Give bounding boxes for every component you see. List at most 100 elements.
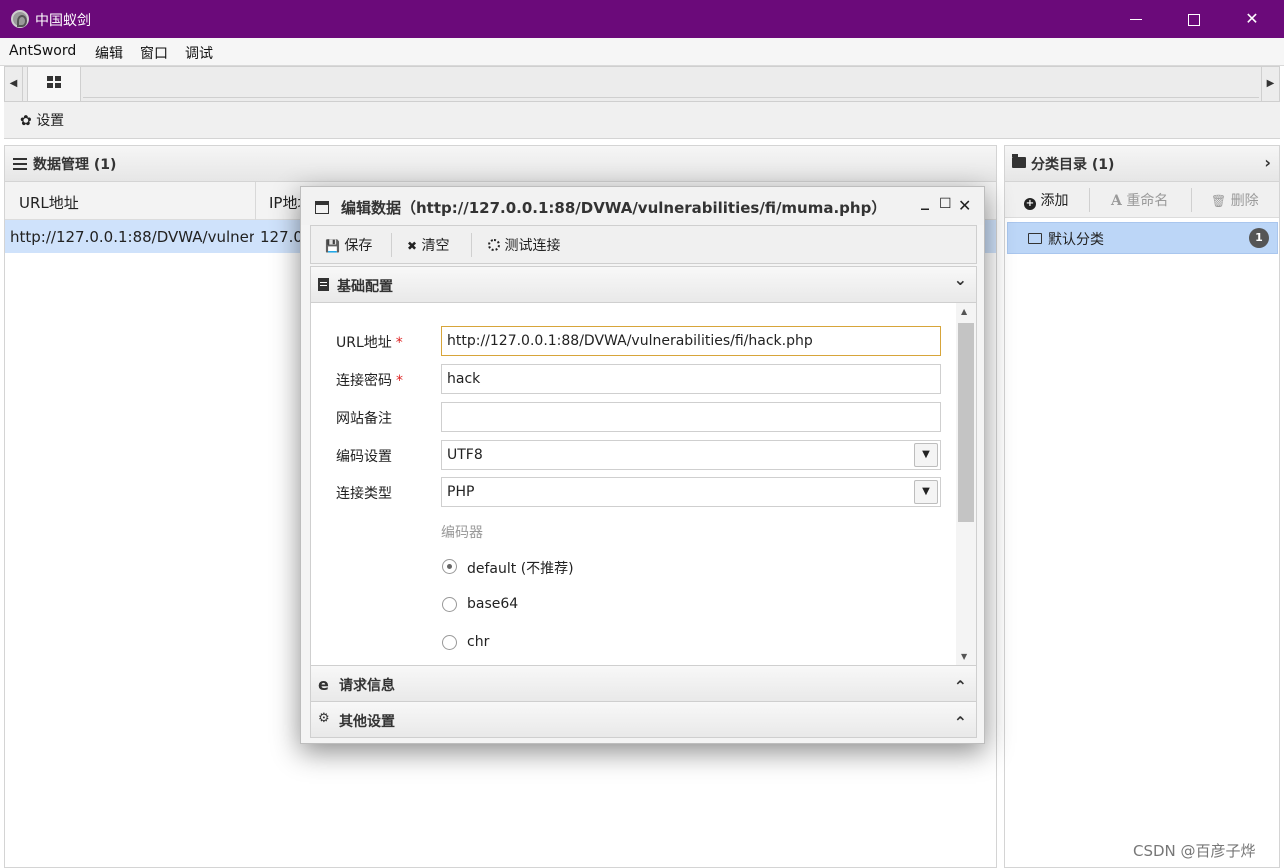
- tab-bar: ◀ ▶: [4, 66, 1280, 102]
- test-connection-label: 测试连接: [504, 238, 561, 254]
- folder-icon: [1012, 154, 1026, 168]
- add-category-button[interactable]: + 添加: [1024, 190, 1068, 210]
- menu-antsword[interactable]: AntSword: [9, 43, 76, 59]
- section-basic-title: 基础配置: [337, 279, 393, 295]
- column-separator[interactable]: [255, 182, 256, 220]
- edit-data-dialog: 编辑数据（http://127.0.0.1:88/DVWA/vulnerabil…: [300, 186, 985, 744]
- minimize-icon: [1130, 19, 1142, 20]
- maximize-window-button[interactable]: [1165, 0, 1223, 38]
- rename-category-button[interactable]: A 重命名: [1111, 190, 1168, 210]
- tab-scroll-right-button[interactable]: ▶: [1261, 67, 1279, 101]
- note-field-label: 网站备注: [336, 411, 392, 427]
- add-category-label: 添加: [1040, 193, 1069, 209]
- settings-button[interactable]: ✿ 设置: [20, 110, 64, 130]
- scrollbar-thumb[interactable]: [958, 323, 974, 522]
- maximize-icon: [1188, 13, 1200, 26]
- section-request-title: 请求信息: [339, 678, 395, 694]
- rename-category-label: 重命名: [1126, 193, 1169, 209]
- trash-icon: 🗑: [1211, 194, 1227, 208]
- scroll-down-icon[interactable]: ▼: [961, 652, 967, 661]
- section-other-settings[interactable]: ⚙ 其他设置 ⌃: [310, 701, 977, 738]
- encoder-chr-label[interactable]: chr: [467, 634, 489, 650]
- delete-category-label: 删除: [1230, 193, 1259, 209]
- window-icon: [315, 201, 329, 214]
- save-label: 保存: [344, 238, 373, 254]
- clear-label: 清空: [421, 238, 450, 254]
- encoder-base64-label[interactable]: base64: [467, 596, 518, 612]
- window-title: 中国蚁剑: [35, 13, 91, 29]
- main-toolbar: ✿ 设置: [4, 102, 1280, 139]
- watermark: CSDN @百彦子烨: [1133, 842, 1256, 860]
- chevron-down-icon[interactable]: ▼: [914, 443, 938, 467]
- encoder-label: 编码器: [441, 525, 483, 541]
- save-icon: 💾: [325, 239, 340, 253]
- connection-type-value: PHP: [447, 484, 475, 500]
- column-url[interactable]: URL地址: [19, 192, 79, 213]
- font-icon: A: [1111, 193, 1122, 209]
- chevron-up-icon: ⌃: [953, 677, 967, 696]
- encoder-default-label[interactable]: default (不推荐): [467, 558, 574, 578]
- scroll-up-icon[interactable]: ▲: [961, 307, 967, 316]
- close-window-button[interactable]: ✕: [1223, 0, 1281, 38]
- encoder-default-radio[interactable]: [442, 559, 457, 574]
- spinner-icon: [488, 239, 500, 251]
- save-button[interactable]: 💾 保存: [325, 235, 372, 255]
- section-other-title: 其他设置: [339, 714, 395, 730]
- category-item-default[interactable]: 默认分类 1: [1007, 222, 1278, 254]
- test-connection-button[interactable]: 测试连接: [488, 235, 560, 255]
- password-field-label: 连接密码 *: [336, 373, 403, 389]
- clear-button[interactable]: ✖ 清空: [407, 235, 450, 255]
- category-count-badge: 1: [1249, 228, 1269, 248]
- note-input[interactable]: [441, 402, 941, 432]
- section-basic-config[interactable]: 基础配置 ⌄: [310, 266, 977, 303]
- menu-bar: AntSword 编辑 窗口 调试: [0, 38, 1284, 66]
- plus-circle-icon: +: [1024, 198, 1036, 210]
- tab-home[interactable]: [27, 67, 81, 101]
- encoder-base64-radio[interactable]: [442, 597, 457, 612]
- data-management-header: 数据管理 (1): [5, 146, 996, 182]
- encoder-chr-radio[interactable]: [442, 635, 457, 650]
- row-url-cell: http://127.0.0.1:88/DVWA/vulnerabilities…: [10, 228, 254, 246]
- chevron-down-icon[interactable]: ▼: [914, 480, 938, 504]
- required-mark: *: [395, 335, 403, 351]
- category-toolbar: + 添加 A 重命名 🗑 删除: [1005, 182, 1279, 218]
- category-title: 分类目录 (1): [1031, 157, 1115, 173]
- chevron-down-icon: ⌄: [953, 270, 967, 289]
- required-mark: *: [396, 373, 403, 389]
- chevron-right-icon[interactable]: ›: [1264, 153, 1271, 172]
- dialog-title-bar[interactable]: 编辑数据（http://127.0.0.1:88/DVWA/vulnerabil…: [301, 187, 984, 225]
- title-bar: 中国蚁剑 ✕: [0, 0, 1284, 38]
- gears-icon: ⚙: [318, 711, 330, 726]
- connection-type-select[interactable]: PHP ▼: [441, 477, 941, 507]
- toolbar-divider: [471, 233, 472, 257]
- menu-window[interactable]: 窗口: [140, 43, 168, 63]
- minimize-window-button[interactable]: [1107, 0, 1165, 38]
- chevron-up-icon: ⌃: [953, 713, 967, 732]
- encoding-field-label: 编码设置: [336, 449, 392, 465]
- dialog-close-button[interactable]: ✕: [958, 196, 971, 215]
- category-label: 默认分类: [1048, 232, 1104, 248]
- section-request-info[interactable]: e 请求信息 ⌃: [310, 665, 977, 702]
- list-icon: [13, 158, 27, 170]
- dialog-title: 编辑数据（http://127.0.0.1:88/DVWA/vulnerabil…: [341, 199, 887, 217]
- menu-debug[interactable]: 调试: [185, 43, 213, 63]
- url-input[interactable]: [441, 326, 941, 356]
- toolbar-divider: [1089, 188, 1090, 212]
- tab-scroll-left-button[interactable]: ◀: [5, 67, 23, 101]
- category-panel: 分类目录 (1) › + 添加 A 重命名 🗑 删除 默认分类 1: [1004, 145, 1280, 868]
- basic-config-form: URL地址* 连接密码* 网站备注 编码设置 UTF8 ▼ 连接类型 PHP ▼…: [310, 303, 977, 665]
- toolbar-divider: [1191, 188, 1192, 212]
- menu-edit[interactable]: 编辑: [95, 43, 123, 63]
- folder-open-icon: [1028, 233, 1042, 244]
- form-scrollbar[interactable]: ▲ ▼: [956, 303, 976, 665]
- tab-divider: [83, 97, 1259, 98]
- dialog-maximize-button[interactable]: ☐: [939, 196, 952, 212]
- category-header: 分类目录 (1) ›: [1005, 146, 1279, 182]
- document-icon: [318, 278, 329, 291]
- delete-category-button[interactable]: 🗑 删除: [1211, 190, 1259, 210]
- gear-icon: ✿: [20, 113, 32, 129]
- settings-label: 设置: [36, 113, 65, 129]
- dialog-minimize-button[interactable]: _: [921, 191, 929, 210]
- password-input[interactable]: [441, 364, 941, 394]
- encoding-select[interactable]: UTF8 ▼: [441, 440, 941, 470]
